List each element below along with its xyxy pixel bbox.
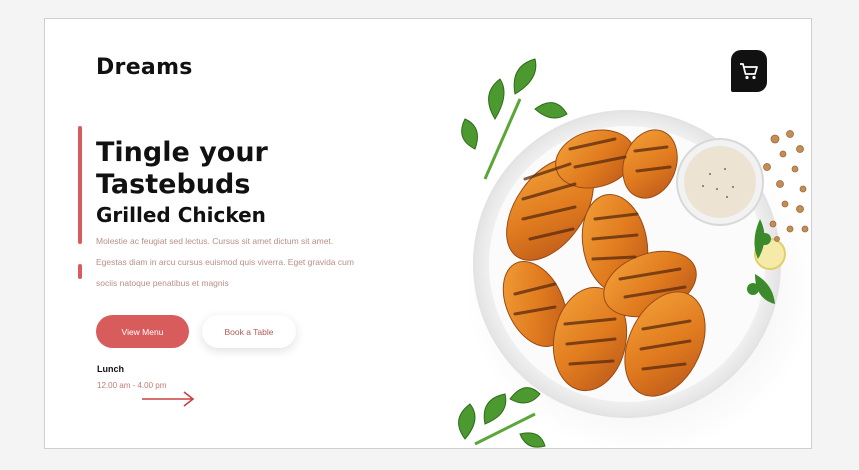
brand-logo[interactable]: Dreams <box>96 55 193 80</box>
hours-label: Lunch <box>97 364 124 374</box>
accent-bar-small <box>78 264 82 279</box>
hero-frame: Dreams Tingle your Tastebuds Grilled Chi… <box>44 18 812 449</box>
book-table-button[interactable]: Book a Table <box>202 315 296 348</box>
page-title: Tingle your Tastebuds <box>96 137 336 201</box>
page-subtitle: Grilled Chicken <box>96 203 266 227</box>
arrow-right-icon[interactable] <box>142 389 196 409</box>
hero-description: Molestie ac feugiat sed lectus. Cursus s… <box>96 236 354 288</box>
accent-bar <box>78 126 82 244</box>
hero-food-image <box>458 58 811 448</box>
title-line-1: Tingle your <box>96 137 268 168</box>
view-menu-button[interactable]: View Menu <box>96 315 189 348</box>
title-line-2: Tastebuds <box>96 169 251 200</box>
